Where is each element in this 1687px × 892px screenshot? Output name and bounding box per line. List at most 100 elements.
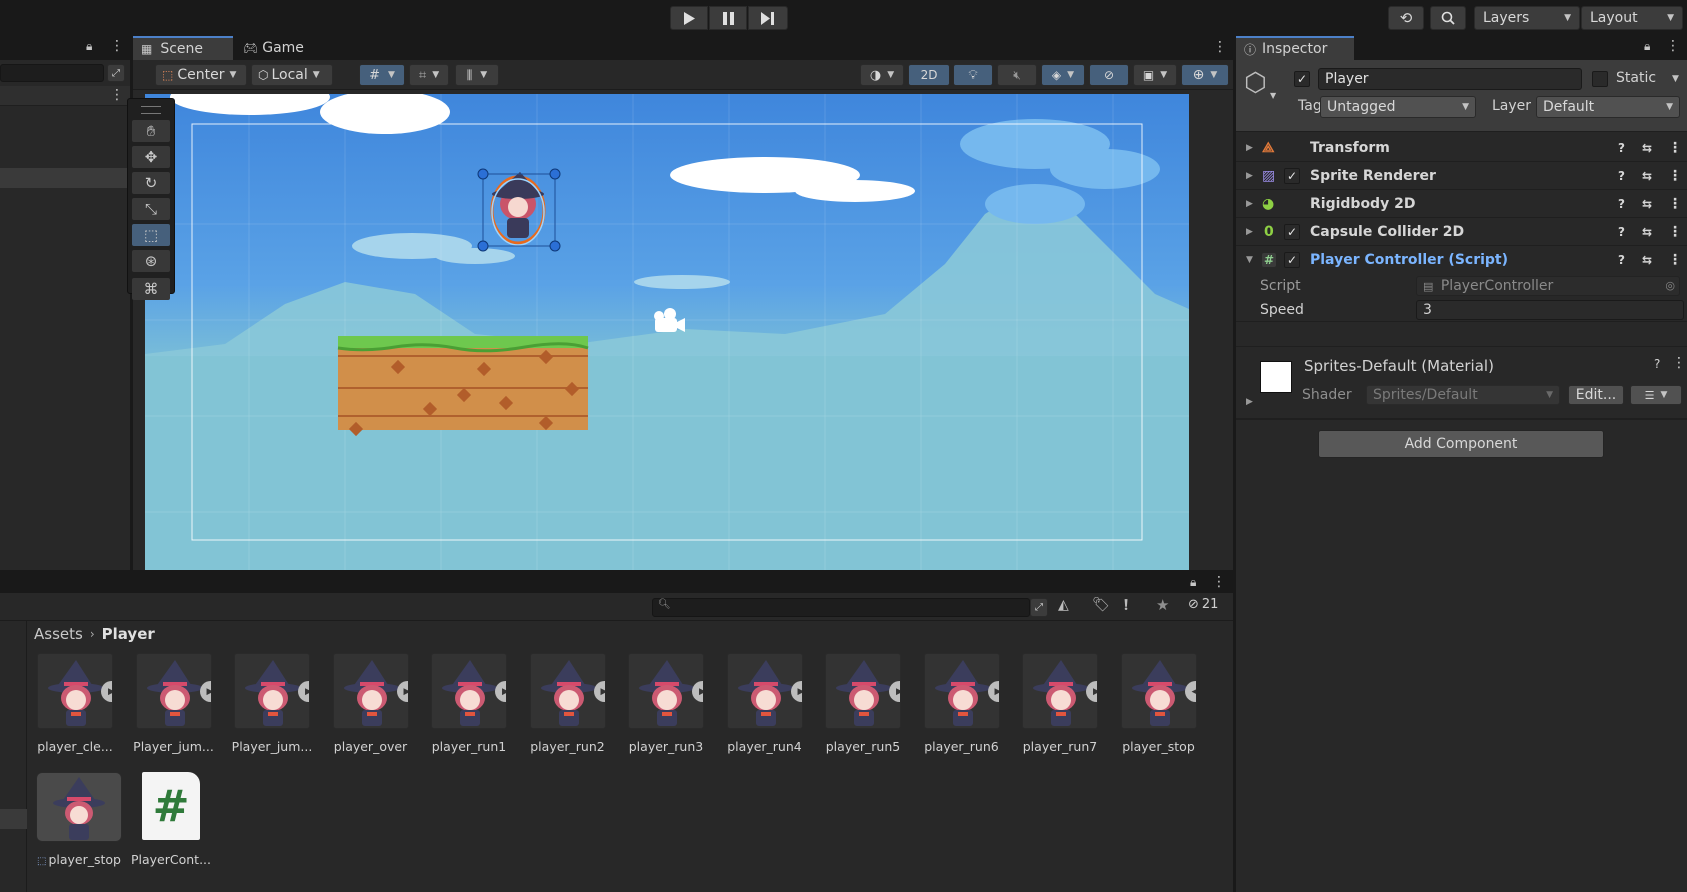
pivot-dropdown[interactable]: ⬚ Center ▼ — [155, 64, 247, 86]
object-name-input[interactable]: Player — [1318, 68, 1582, 90]
asset-item[interactable]: ▶ Player_jum... — [130, 653, 218, 754]
breadcrumb-assets[interactable]: Assets — [34, 625, 83, 643]
help-icon[interactable]: ? — [1618, 197, 1625, 211]
mode-2d-toggle[interactable]: 2D — [908, 64, 950, 86]
object-picker-icon[interactable]: ◎ — [1665, 279, 1675, 292]
asset-item[interactable]: ▶ player_run5 — [819, 653, 907, 754]
add-component-button[interactable]: Add Component — [1318, 430, 1604, 458]
more-menu-icon[interactable]: ⋮ — [1666, 38, 1680, 54]
help-icon[interactable]: ? — [1618, 253, 1625, 267]
more-menu-icon[interactable]: ⋮ — [1672, 355, 1686, 371]
transform-tool[interactable]: ⊛ — [132, 250, 170, 272]
asset-item[interactable]: # PlayerCont... — [127, 772, 215, 867]
more-menu-icon[interactable]: ⋮ — [1668, 168, 1682, 184]
move-tool[interactable]: ✥ — [132, 146, 170, 168]
speed-input[interactable]: 3 — [1416, 300, 1684, 320]
hierarchy-selected-row[interactable] — [0, 168, 130, 188]
history-button[interactable]: ⟲ — [1388, 6, 1424, 30]
script-object-field[interactable]: ▤ PlayerController ◎ — [1416, 276, 1680, 296]
ruler-button[interactable]: ⫼ ▼ — [455, 64, 499, 86]
component-enabled-checkbox[interactable]: ✓ — [1284, 252, 1300, 268]
draw-mode-dropdown[interactable]: ◑ ▼ — [860, 64, 904, 86]
component-rigidbody-2d[interactable]: ▶ ◕ Rigidbody 2D ? ⇆ ⋮ — [1236, 190, 1687, 218]
lock-icon[interactable]: 🔒︎ — [1190, 575, 1196, 590]
tab-inspector[interactable]: ⓘ Inspector — [1236, 36, 1354, 60]
tag-dropdown[interactable]: Untagged ▼ — [1320, 96, 1476, 118]
rotate-tool[interactable]: ↻ — [132, 172, 170, 194]
preset-icon[interactable]: ⇆ — [1642, 141, 1652, 155]
breadcrumb-player[interactable]: Player — [102, 625, 155, 643]
component-enabled-checkbox[interactable]: ✓ — [1284, 223, 1300, 240]
pause-button[interactable] — [709, 6, 747, 30]
rect-tool[interactable]: ⬚ — [132, 224, 170, 246]
warning-icon[interactable]: ❗︎ — [1124, 596, 1128, 614]
gizmos-dropdown[interactable]: ⊕ ▼ — [1181, 64, 1229, 86]
asset-item[interactable]: ◀ player_stop — [1115, 653, 1203, 754]
folder-tree-selected-row[interactable] — [0, 809, 27, 829]
edit-shader-button[interactable]: Edit... — [1568, 385, 1624, 405]
preset-icon[interactable]: ⇆ — [1642, 197, 1652, 211]
more-menu-icon[interactable]: ⋮ — [1212, 574, 1226, 590]
search-button[interactable] — [1430, 6, 1466, 30]
favorite-star-icon[interactable]: ★ — [1156, 596, 1169, 614]
static-checkbox[interactable] — [1592, 71, 1608, 87]
asset-item[interactable]: ▶ player_over — [327, 653, 415, 754]
overlay-drag-handle[interactable] — [141, 106, 161, 114]
lock-icon[interactable]: 🔒︎ — [1644, 39, 1650, 54]
preset-icon[interactable]: ⇆ — [1642, 253, 1652, 267]
help-icon[interactable]: ? — [1618, 169, 1625, 183]
component-sprite-renderer[interactable]: ▶ ▨ ✓ Sprite Renderer ? ⇆ ⋮ — [1236, 162, 1687, 190]
more-menu-icon[interactable]: ⋮ — [1668, 224, 1682, 240]
scene-viewport[interactable] — [145, 94, 1189, 570]
hand-tool[interactable]: ✋︎ — [132, 120, 170, 142]
more-menu-icon[interactable]: ⋮ — [1668, 252, 1682, 268]
grid-snap-button[interactable]: # ▼ — [359, 64, 405, 86]
camera-dropdown[interactable]: ▣ ▼ — [1133, 64, 1177, 86]
label-tag-icon[interactable]: 🏷︎ — [1092, 597, 1110, 613]
component-enabled-checkbox[interactable]: ✓ — [1284, 167, 1300, 184]
more-menu-icon[interactable]: ⋮ — [1668, 140, 1682, 156]
help-icon[interactable]: ? — [1654, 357, 1660, 371]
more-menu-icon[interactable]: ⋮ — [1668, 196, 1682, 212]
tab-scene[interactable]: ▦ Scene — [133, 36, 233, 60]
tab-game[interactable]: 🎮︎ Game — [235, 36, 325, 60]
component-capsule-collider-2d[interactable]: ▶ 0 ✓ Capsule Collider 2D ? ⇆ ⋮ — [1236, 218, 1687, 246]
foldout-arrow-icon[interactable]: ▶ — [1246, 397, 1253, 407]
effects-dropdown[interactable]: ◈ ▼ — [1041, 64, 1085, 86]
asset-item[interactable]: ▶ player_run6 — [918, 653, 1006, 754]
asset-item[interactable]: ▶ player_run3 — [622, 653, 710, 754]
material-preview[interactable] — [1260, 361, 1292, 393]
more-menu-icon[interactable]: ⋮ — [110, 38, 124, 54]
preset-icon[interactable]: ⇆ — [1642, 169, 1652, 183]
audio-toggle[interactable]: 🔇︎ — [997, 64, 1037, 86]
lighting-toggle[interactable]: 💡︎ — [953, 64, 993, 86]
hierarchy-search-input[interactable] — [0, 64, 104, 82]
chevron-down-icon[interactable]: ▼ — [1270, 91, 1276, 100]
layer-dropdown[interactable]: Default ▼ — [1536, 96, 1680, 118]
asset-item[interactable]: ▶ player_run4 — [721, 653, 809, 754]
space-dropdown[interactable]: ⬡ Local ▼ — [251, 64, 333, 86]
step-button[interactable] — [748, 6, 788, 30]
component-transform[interactable]: ▶ ⟁ Transform ? ⇆ ⋮ — [1236, 134, 1687, 162]
chevron-down-icon[interactable]: ▼ — [1672, 74, 1679, 84]
asset-item[interactable]: ▶ player_run1 — [425, 653, 513, 754]
asset-item[interactable]: ▶ player_run2 — [524, 653, 612, 754]
component-player-controller[interactable]: ▼ # ✓ Player Controller (Script) ? ⇆ ⋮ — [1236, 246, 1687, 274]
scene-more-icon[interactable]: ⋮ — [1213, 39, 1227, 55]
asset-item[interactable]: ▶ Player_jum... — [228, 653, 316, 754]
play-button[interactable] — [670, 6, 708, 30]
asset-item[interactable]: ▶ player_cle... — [31, 653, 119, 754]
expand-search-button[interactable]: ⤢ — [1030, 598, 1048, 617]
scene-menu-icon[interactable]: ⋮ — [110, 87, 124, 103]
shader-dropdown[interactable]: Sprites/Default ▼ — [1366, 385, 1560, 405]
project-search-input[interactable]: 🔍︎ — [652, 598, 1030, 617]
preset-icon[interactable]: ⇆ — [1642, 225, 1652, 239]
expand-search-button[interactable]: ⤢ — [107, 64, 125, 82]
layout-dropdown[interactable]: Layout ▼ — [1581, 6, 1683, 30]
custom-tool[interactable]: ⌘ — [132, 278, 170, 300]
lock-icon[interactable]: 🔒︎ — [86, 39, 92, 54]
help-icon[interactable]: ? — [1618, 225, 1625, 239]
hidden-objects-toggle[interactable]: ⊘ — [1089, 64, 1129, 86]
shader-options-dropdown[interactable]: ☰ ▼ — [1630, 385, 1682, 405]
gameobject-cube-icon[interactable]: ⬡ — [1244, 68, 1267, 98]
